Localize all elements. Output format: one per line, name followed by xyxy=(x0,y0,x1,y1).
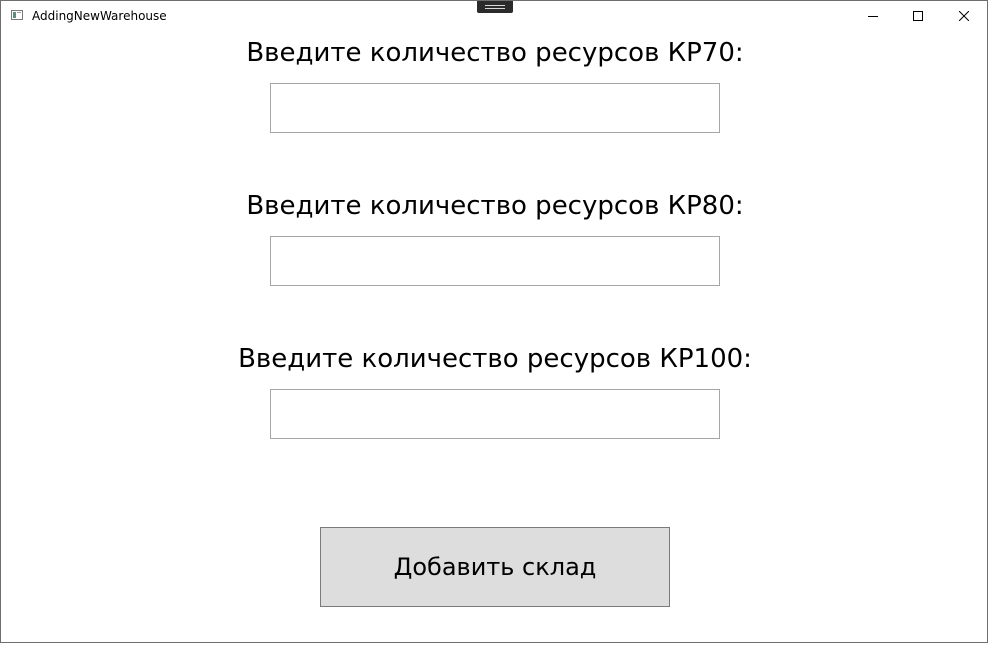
add-warehouse-button[interactable]: Добавить склад xyxy=(320,527,670,607)
kp80-label: Введите количество ресурсов КР80: xyxy=(246,191,744,221)
maximize-button[interactable] xyxy=(895,1,941,31)
drag-handle-line xyxy=(485,5,505,6)
kp100-label: Введите количество ресурсов КР100: xyxy=(238,344,752,374)
app-window: AddingNewWarehouse Введите количество ре… xyxy=(0,0,988,643)
window-title: AddingNewWarehouse xyxy=(32,9,167,23)
drag-handle-line xyxy=(485,8,505,9)
form-content: Введите количество ресурсов КР70: Введит… xyxy=(1,31,987,642)
close-icon xyxy=(959,11,969,21)
maximize-icon xyxy=(913,11,923,21)
kp100-input[interactable] xyxy=(270,389,720,439)
close-button[interactable] xyxy=(941,1,987,31)
kp70-input[interactable] xyxy=(270,83,720,133)
kp70-label: Введите количество ресурсов КР70: xyxy=(246,38,744,68)
drag-handle[interactable] xyxy=(477,1,513,13)
kp80-input[interactable] xyxy=(270,236,720,286)
window-app-icon[interactable] xyxy=(11,10,23,20)
minimize-button[interactable] xyxy=(850,1,896,31)
title-bar[interactable]: AddingNewWarehouse xyxy=(1,1,987,31)
minimize-icon xyxy=(868,16,878,17)
